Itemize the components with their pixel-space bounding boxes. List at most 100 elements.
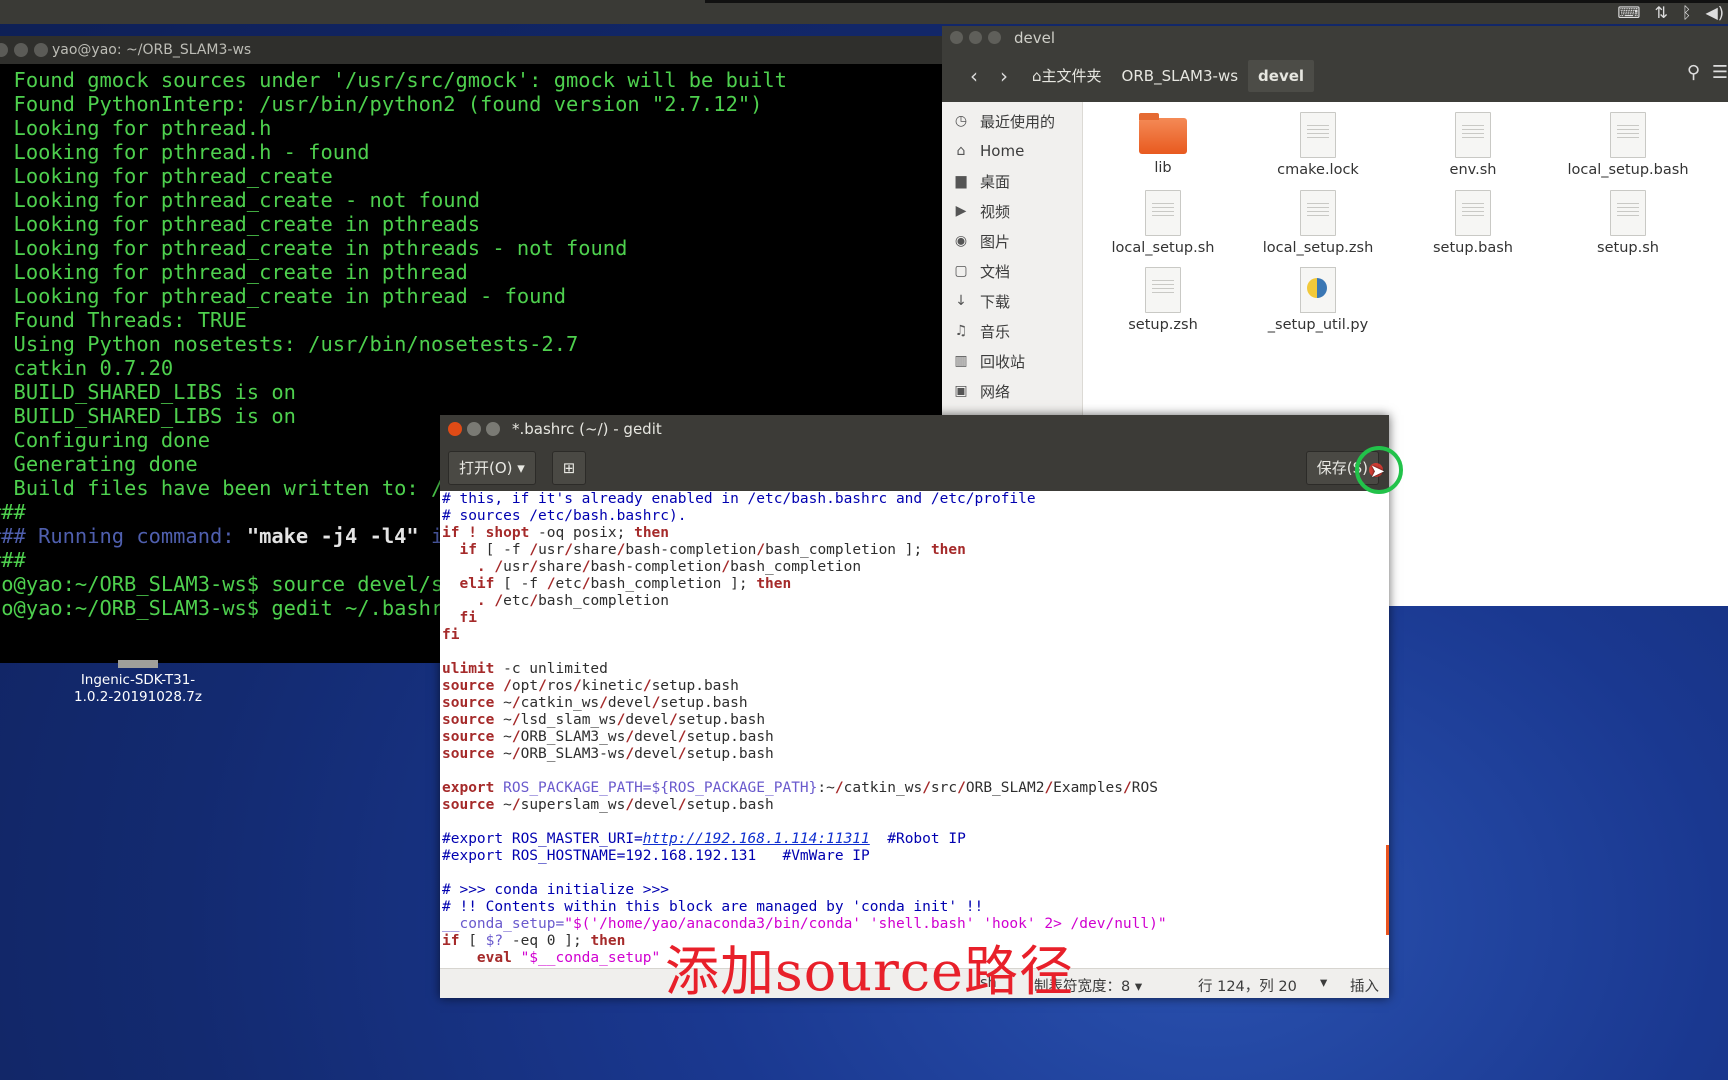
file-name: local_setup.bash	[1567, 162, 1689, 178]
code-content[interactable]: # this, if it's already enabled in /etc/…	[440, 491, 1389, 969]
code-line: source ~/superslam_ws/devel/setup.bash	[442, 797, 774, 813]
gedit-window[interactable]: *.bashrc (~/) - gedit 打开(O) ▾ ⊞ 保存(S) ➤ …	[440, 415, 1403, 998]
insert-mode[interactable]: 插入	[1350, 975, 1379, 996]
scrollbar[interactable]	[1386, 845, 1389, 935]
filemgr-titlebar[interactable]: devel	[942, 26, 1728, 50]
text-file-icon	[1455, 190, 1491, 236]
file-item[interactable]: setup.zsh	[1088, 267, 1238, 333]
text-file-icon	[1145, 267, 1181, 313]
text-file-icon	[1145, 190, 1181, 236]
desktop-file-label-2: 1.0.2-20191028.7z	[74, 689, 202, 705]
desktop-file-icon[interactable]: Ingenic-SDK-T31- 1.0.2-20191028.7z	[68, 660, 208, 706]
terminal-line: - Looking for pthread_create in pthreads…	[0, 236, 628, 260]
minimize-icon[interactable]	[14, 43, 28, 57]
code-line: export ROS_PACKAGE_PATH=${ROS_PACKAGE_PA…	[442, 780, 1158, 796]
gedit-titlebar[interactable]: *.bashrc (~/) - gedit	[440, 415, 1389, 443]
code-line: fi	[459, 610, 477, 626]
file-item[interactable]: cmake.lock	[1243, 112, 1393, 178]
file-name: setup.bash	[1433, 240, 1513, 256]
new-document-icon: ⊞	[562, 459, 576, 477]
code-line: # this, if it's already enabled in /etc/…	[442, 491, 1036, 507]
minimize-icon[interactable]	[467, 422, 481, 436]
volume-icon[interactable]: ◀)	[1705, 3, 1724, 22]
forward-button[interactable]: ›	[990, 62, 1018, 90]
view-menu-icon[interactable]: ☰	[1712, 62, 1728, 83]
file-item[interactable]: local_setup.zsh	[1243, 190, 1393, 256]
code-line: source ~/ORB_SLAM3-ws/devel/setup.bash	[442, 746, 774, 762]
keyboard-icon[interactable]: ⌨	[1617, 3, 1640, 22]
bluetooth-icon[interactable]: ᛒ	[1682, 3, 1692, 22]
sidebar-item-label: 音乐	[980, 322, 1011, 341]
crumb-orb-slam3-ws[interactable]: ORB_SLAM3-ws	[1112, 60, 1248, 92]
gedit-toolbar: 打开(O) ▾ ⊞ 保存(S) ➤	[440, 443, 1403, 494]
sidebar-item[interactable]: ▥ 回收站	[942, 346, 1082, 376]
close-icon[interactable]	[950, 31, 963, 44]
window-controls	[448, 422, 500, 436]
sidebar-item-label: 回收站	[980, 352, 1026, 371]
code-line: # !! Contents within this block are mana…	[442, 899, 984, 915]
sidebar-item[interactable]: ▣ 网络	[942, 376, 1082, 406]
new-tab-button[interactable]: ⊞	[552, 451, 586, 485]
gedit-title: *.bashrc (~/) - gedit	[512, 420, 662, 438]
system-tray: ⌨ ⇅ ᛒ ◀)	[1617, 3, 1728, 22]
file-name: setup.zsh	[1128, 317, 1198, 333]
file-name: setup.sh	[1597, 240, 1659, 256]
sidebar-item[interactable]: ▶ 视频	[942, 196, 1082, 226]
file-name: local_setup.zsh	[1262, 240, 1374, 256]
top-panel: ⌨ ⇅ ᛒ ◀)	[0, 0, 1728, 24]
file-item[interactable]: setup.sh	[1553, 190, 1703, 256]
back-button[interactable]: ‹	[960, 62, 988, 90]
home-icon: ⌂	[956, 143, 966, 159]
maximize-icon[interactable]	[486, 422, 500, 436]
mode-dropdown[interactable]: ▾	[1320, 975, 1327, 991]
file-item[interactable]: lib	[1088, 112, 1238, 176]
terminal-line: - BUILD_SHARED_LIBS is on	[0, 404, 296, 428]
sidebar-item[interactable]: ◷ 最近使用的	[942, 106, 1082, 136]
sidebar-item[interactable]: ◉ 图片	[942, 226, 1082, 256]
close-icon[interactable]	[448, 422, 462, 436]
terminal-titlebar[interactable]: yao@yao: ~/ORB_SLAM3-ws	[0, 36, 942, 64]
terminal-line: - Build files have been written to: /	[0, 476, 444, 500]
crumb-devel[interactable]: devel	[1248, 60, 1315, 92]
text-editor[interactable]: # this, if it's already enabled in /etc/…	[440, 491, 1389, 969]
file-item[interactable]: local_setup.sh	[1088, 190, 1238, 256]
desktop-file-label-1: Ingenic-SDK-T31-	[80, 672, 196, 688]
file-item[interactable]: local_setup.bash	[1553, 112, 1703, 178]
file-item[interactable]: _setup_util.py	[1243, 267, 1393, 333]
code-line: if [ -f /usr/share/bash-completion/bash_…	[459, 542, 966, 558]
text-file-icon	[1455, 112, 1491, 158]
file-name: lib	[1154, 160, 1172, 176]
python-file-icon	[1300, 267, 1336, 313]
sidebar-item[interactable]: ▢ 文档	[942, 256, 1082, 286]
text-file-icon	[1300, 190, 1336, 236]
camera-icon: ◉	[954, 233, 968, 249]
maximize-icon[interactable]	[34, 43, 48, 57]
minimize-icon[interactable]	[969, 31, 982, 44]
music-icon: ♫	[954, 323, 968, 339]
code-line: # >>> conda initialize >>>	[442, 882, 669, 898]
maximize-icon[interactable]	[988, 31, 1001, 44]
sidebar-item-label: Home	[980, 142, 1025, 160]
sidebar-item[interactable]: ↓ 下载	[942, 286, 1082, 316]
code-line: if ! shopt -oq posix; then	[442, 525, 670, 541]
close-icon[interactable]	[0, 43, 8, 57]
code-line: source ~/ORB_SLAM3_ws/devel/setup.bash	[442, 729, 774, 745]
text-file-icon	[1300, 112, 1336, 158]
crumb-home[interactable]: ⌂主文件夹	[1022, 60, 1112, 92]
window-controls	[950, 31, 1001, 44]
search-icon[interactable]: ⚲	[1687, 62, 1700, 83]
sidebar-item[interactable]: ▆ 桌面	[942, 166, 1082, 196]
sidebar-item[interactable]: ♫ 音乐	[942, 316, 1082, 346]
open-button[interactable]: 打开(O) ▾	[448, 451, 536, 485]
sidebar-item[interactable]: ⌂ Home	[942, 136, 1082, 166]
file-name: _setup_util.py	[1267, 317, 1369, 333]
terminal-line: - Looking for pthread_create in pthread …	[0, 284, 566, 308]
trash-icon: ▥	[954, 353, 968, 369]
filemgr-title: devel	[1014, 29, 1056, 47]
file-item[interactable]: setup.bash	[1398, 190, 1548, 256]
code-line: fi	[442, 627, 460, 643]
code-line: source /opt/ros/kinetic/setup.bash	[442, 678, 739, 694]
clock-icon: ◷	[954, 113, 968, 129]
file-item[interactable]: env.sh	[1398, 112, 1548, 178]
network-icon[interactable]: ⇅	[1654, 3, 1667, 22]
